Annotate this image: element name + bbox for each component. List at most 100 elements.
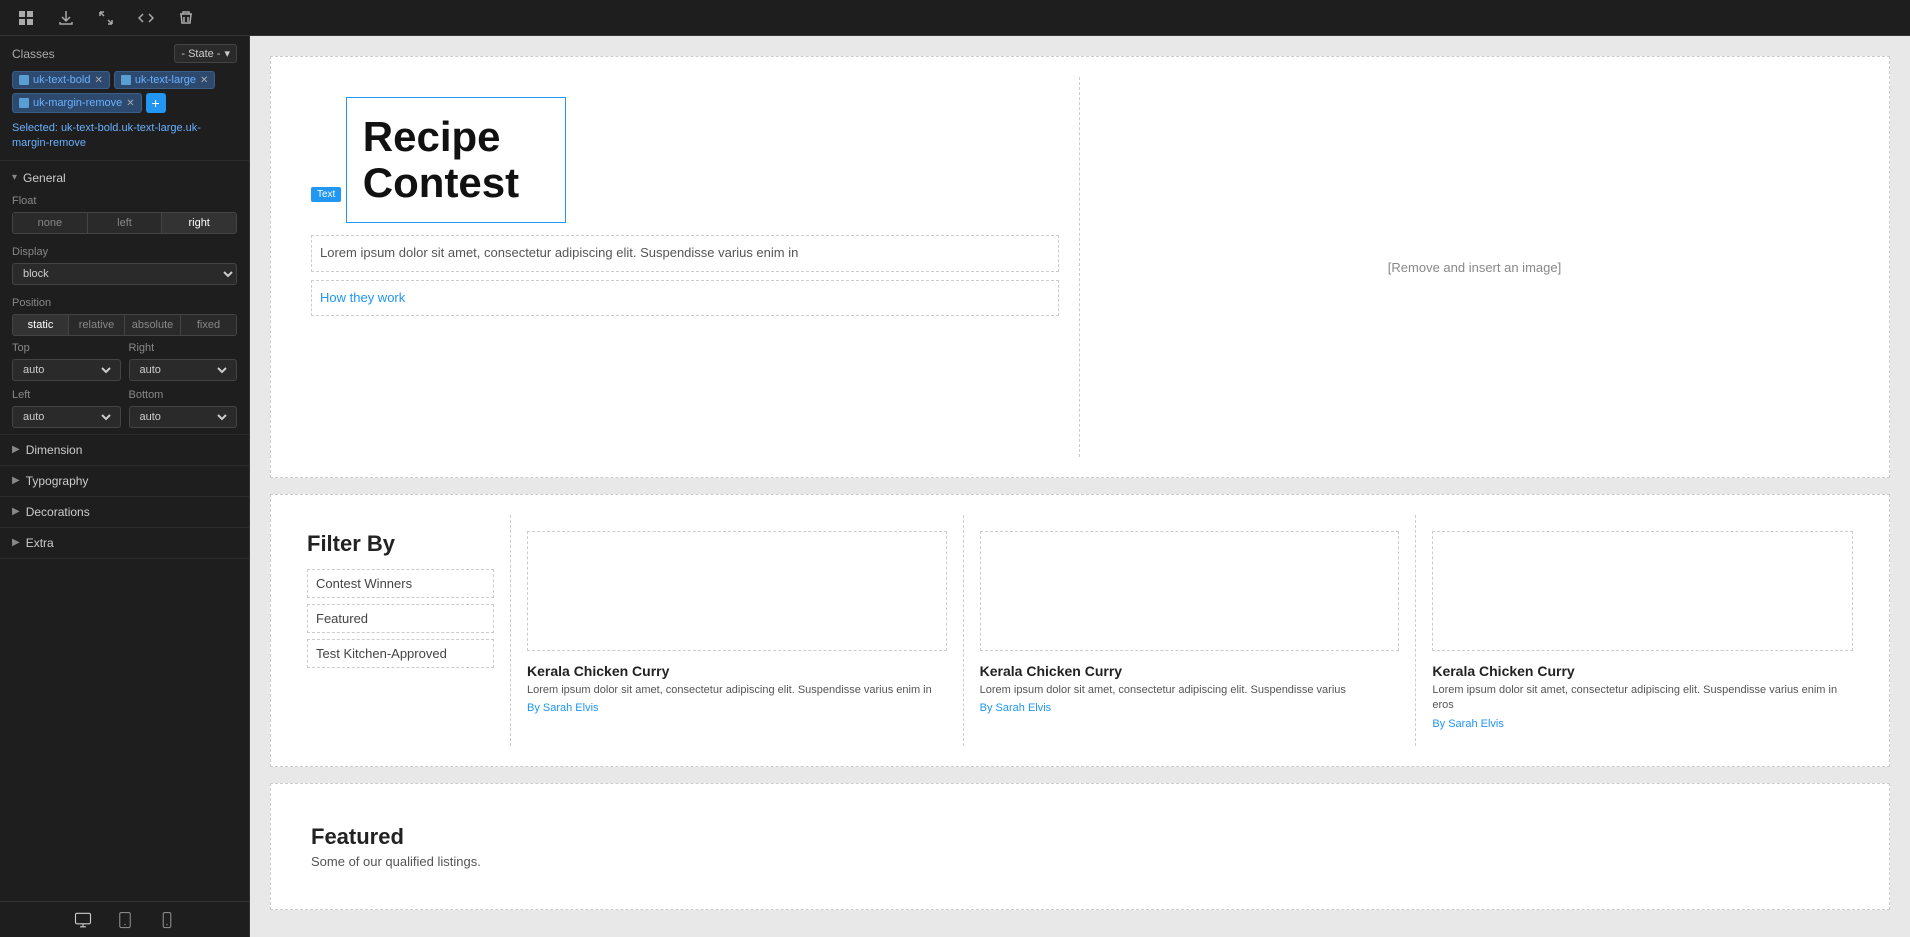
float-buttons: none left right: [12, 212, 237, 234]
extra-section: ▶ Extra: [0, 528, 249, 559]
image-placeholder: [Remove and insert an image]: [1388, 260, 1561, 275]
card-image-1: [980, 531, 1400, 651]
general-header[interactable]: ▾ General: [12, 167, 237, 189]
pos-absolute-button[interactable]: absolute: [125, 315, 181, 335]
display-select[interactable]: block: [12, 263, 237, 285]
export-icon[interactable]: [52, 4, 80, 32]
card-desc-0: Lorem ipsum dolor sit amet, consectetur …: [527, 683, 947, 698]
right-label: Right: [129, 342, 238, 354]
pos-fixed-button[interactable]: fixed: [181, 315, 236, 335]
trbl-props: Top auto Right auto: [12, 342, 237, 428]
filter-block: Filter By Contest Winners Featured Test …: [270, 494, 1890, 767]
hero-title: Recipe Contest: [363, 114, 549, 206]
dimension-section: ▶ Dimension: [0, 435, 249, 466]
float-none-button[interactable]: none: [13, 213, 88, 233]
filter-section: Filter By Contest Winners Featured Test …: [291, 515, 1869, 746]
bottom-select[interactable]: auto: [136, 410, 231, 424]
extra-header[interactable]: ▶ Extra: [0, 528, 249, 558]
card-image-2: [1432, 531, 1853, 651]
class-tag-uk-margin-remove[interactable]: uk-margin-remove ✕: [12, 93, 142, 113]
filter-item-1: Featured: [307, 604, 494, 633]
card-desc-1: Lorem ipsum dolor sit amet, consectetur …: [980, 683, 1400, 698]
class-tag-uk-text-large[interactable]: uk-text-large ✕: [114, 71, 216, 89]
hero-body: Lorem ipsum dolor sit amet, consectetur …: [320, 244, 1050, 262]
code-icon[interactable]: [132, 4, 160, 32]
class-tag-uk-text-bold[interactable]: uk-text-bold ✕: [12, 71, 110, 89]
left-input: auto: [12, 406, 121, 428]
decorations-header[interactable]: ▶ Decorations: [0, 497, 249, 527]
remove-tag-uk-margin-remove[interactable]: ✕: [126, 98, 134, 109]
top-group: Top auto: [12, 342, 121, 381]
typography-section: ▶ Typography: [0, 466, 249, 497]
decorations-section: ▶ Decorations: [0, 497, 249, 528]
state-dropdown[interactable]: - State - ▾: [174, 44, 237, 63]
tag-icon: [19, 98, 29, 108]
card-title-2: Kerala Chicken Curry: [1432, 663, 1853, 679]
typography-header[interactable]: ▶ Typography: [0, 466, 249, 496]
top-select[interactable]: auto: [19, 363, 114, 377]
filter-card-0: Kerala Chicken Curry Lorem ipsum dolor s…: [511, 515, 964, 746]
top-toolbar: [0, 0, 1910, 36]
card-desc-2: Lorem ipsum dolor sit amet, consectetur …: [1432, 683, 1853, 714]
card-author-0: By Sarah Elvis: [527, 702, 947, 714]
panel-spacer: [0, 559, 249, 901]
filter-card-2: Kerala Chicken Curry Lorem ipsum dolor s…: [1416, 515, 1869, 746]
hero-right: [Remove and insert an image]: [1080, 77, 1869, 457]
bottom-group: Bottom auto: [129, 389, 238, 428]
filter-item-2: Test Kitchen-Approved: [307, 639, 494, 668]
display-label: Display: [12, 246, 237, 258]
float-group: Float none left right: [12, 189, 237, 240]
filter-title: Filter By: [307, 531, 494, 557]
float-label: Float: [12, 195, 237, 207]
expand-icon[interactable]: [92, 4, 120, 32]
hero-left: Text Recipe Contest Lorem ipsum dolor si…: [291, 77, 1080, 457]
left-panel: Classes - State - ▾ uk-text-bold ✕ uk-te…: [0, 36, 250, 937]
right-input: auto: [129, 359, 238, 381]
mobile-device-button[interactable]: [154, 907, 180, 933]
hero-title-box: Recipe Contest: [346, 97, 566, 223]
featured-title: Featured: [311, 824, 1849, 850]
pos-static-button[interactable]: static: [13, 315, 69, 335]
delete-icon[interactable]: [172, 4, 200, 32]
add-class-button[interactable]: +: [146, 93, 166, 113]
classes-section: Classes - State - ▾ uk-text-bold ✕ uk-te…: [0, 36, 249, 161]
right-select[interactable]: auto: [136, 363, 231, 377]
left-group: Left auto: [12, 389, 121, 428]
left-select[interactable]: auto: [19, 410, 114, 424]
filter-item-0: Contest Winners: [307, 569, 494, 598]
hero-section: Text Recipe Contest Lorem ipsum dolor si…: [291, 77, 1869, 457]
bottom-toolbar: [0, 901, 249, 937]
right-group: Right auto: [129, 342, 238, 381]
dimension-header[interactable]: ▶ Dimension: [0, 435, 249, 465]
tag-icon: [121, 75, 131, 85]
position-label: Position: [12, 297, 237, 309]
featured-block: Featured Some of our qualified listings.: [270, 783, 1890, 910]
filter-card-1: Kerala Chicken Curry Lorem ipsum dolor s…: [964, 515, 1417, 746]
classes-label: Classes: [12, 47, 55, 61]
bottom-input: auto: [129, 406, 238, 428]
hero-link-box: How they work: [311, 280, 1059, 316]
left-label: Left: [12, 389, 121, 401]
desktop-device-button[interactable]: [70, 907, 96, 933]
card-title-1: Kerala Chicken Curry: [980, 663, 1400, 679]
float-left-button[interactable]: left: [88, 213, 163, 233]
main-layout: Classes - State - ▾ uk-text-bold ✕ uk-te…: [0, 36, 1910, 937]
float-right-button[interactable]: right: [162, 213, 236, 233]
featured-section: Featured Some of our qualified listings.: [291, 804, 1869, 889]
selected-text: Selected: uk-text-bold.uk-text-large.uk-…: [12, 121, 237, 152]
pos-relative-button[interactable]: relative: [69, 315, 125, 335]
tablet-device-button[interactable]: [112, 907, 138, 933]
remove-tag-uk-text-large[interactable]: ✕: [200, 75, 208, 86]
top-input: auto: [12, 359, 121, 381]
card-image-0: [527, 531, 947, 651]
card-author-2: By Sarah Elvis: [1432, 718, 1853, 730]
remove-tag-uk-text-bold[interactable]: ✕: [94, 75, 102, 86]
grid-icon[interactable]: [12, 4, 40, 32]
display-group: Display block: [12, 240, 237, 291]
canvas-area: Text Recipe Contest Lorem ipsum dolor si…: [250, 36, 1910, 937]
hero-link[interactable]: How they work: [320, 290, 405, 305]
text-label: Text: [311, 187, 341, 202]
position-group: Position static relative absolute fixed: [12, 291, 237, 342]
filter-left: Filter By Contest Winners Featured Test …: [291, 515, 511, 746]
hero-block: Text Recipe Contest Lorem ipsum dolor si…: [270, 56, 1890, 478]
